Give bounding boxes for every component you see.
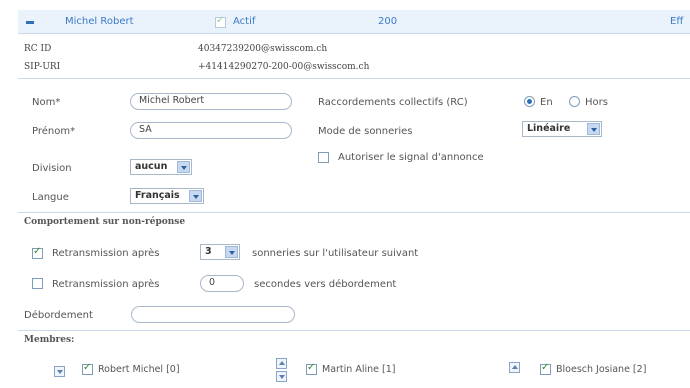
retrans2-suffix: secondes vers débordement (254, 279, 397, 290)
debordement-input[interactable] (131, 306, 295, 323)
move-up-icon[interactable] (276, 358, 287, 369)
member-name: Bloesch Josiane [2] (556, 364, 647, 375)
radio-hors-label: Hors (585, 97, 608, 108)
nom-input[interactable]: Michel Robert (130, 93, 292, 110)
langue-label: Langue (32, 192, 69, 203)
move-down-icon[interactable] (54, 366, 65, 377)
retrans2-label: Retransmission après (52, 279, 160, 290)
extension-number: 200 (378, 16, 398, 27)
retrans2-checkbox[interactable] (32, 278, 43, 289)
divider (18, 212, 690, 213)
collapse-icon[interactable] (26, 21, 34, 24)
retrans1-select[interactable]: 3 (200, 244, 240, 260)
radio-en-label: En (540, 97, 553, 108)
member-checkbox[interactable] (82, 362, 93, 375)
autoriser-checkbox[interactable] (318, 152, 329, 163)
nom-label: Nom* (32, 97, 61, 108)
prenom-label: Prénom* (32, 126, 76, 137)
mode-label: Mode de sonneries (318, 126, 413, 137)
rcid-label: RC ID (24, 44, 52, 54)
members-title: Membres: (24, 335, 75, 345)
retrans1-checkbox[interactable] (32, 246, 43, 259)
debordement-label: Débordement (24, 310, 93, 321)
division-label: Division (32, 163, 72, 174)
division-select[interactable]: aucun (130, 159, 192, 175)
divider (18, 330, 690, 331)
member-name: Martin Aline [1] (322, 364, 396, 375)
sip-label: SIP-URI (24, 62, 61, 72)
raccordements-label: Raccordements collectifs (RC) (318, 97, 468, 108)
chevron-down-icon (189, 190, 202, 202)
divider (18, 78, 690, 79)
autoriser-label: Autoriser le signal d'annonce (338, 152, 484, 163)
division-value: aucun (135, 161, 168, 172)
active-checkbox[interactable] (215, 15, 226, 28)
retrans1-value: 3 (205, 246, 212, 257)
member-name: Robert Michel [0] (98, 364, 180, 375)
radio-en[interactable] (524, 96, 535, 107)
retrans1-suffix: sonneries sur l'utilisateur suivant (252, 248, 419, 259)
status-label: Actif (233, 16, 256, 27)
sip-value: +41414290270-200-00@swisscom.ch (198, 62, 370, 72)
behavior-title: Comportement sur non-réponse (24, 217, 186, 227)
mode-select[interactable]: Linéaire (522, 121, 602, 137)
langue-select[interactable]: Français (130, 188, 204, 204)
radio-hors[interactable] (569, 96, 580, 107)
prenom-input[interactable]: SA (130, 122, 292, 139)
member-checkbox[interactable] (540, 362, 551, 375)
langue-value: Français (135, 190, 180, 201)
chevron-down-icon (225, 246, 238, 258)
move-down-icon[interactable] (276, 371, 287, 382)
chevron-down-icon (177, 161, 190, 173)
member-checkbox[interactable] (306, 362, 317, 375)
retrans1-label: Retransmission après (52, 248, 160, 259)
header-user-name[interactable]: Michel Robert (65, 16, 134, 27)
mode-value: Linéaire (527, 123, 571, 134)
chevron-down-icon (587, 123, 600, 135)
move-up-icon[interactable] (509, 362, 520, 373)
rcid-value: 40347239200@swisscom.ch (198, 44, 328, 54)
delete-link[interactable]: Eff (670, 16, 683, 27)
retrans2-input[interactable]: 0 (200, 275, 244, 292)
